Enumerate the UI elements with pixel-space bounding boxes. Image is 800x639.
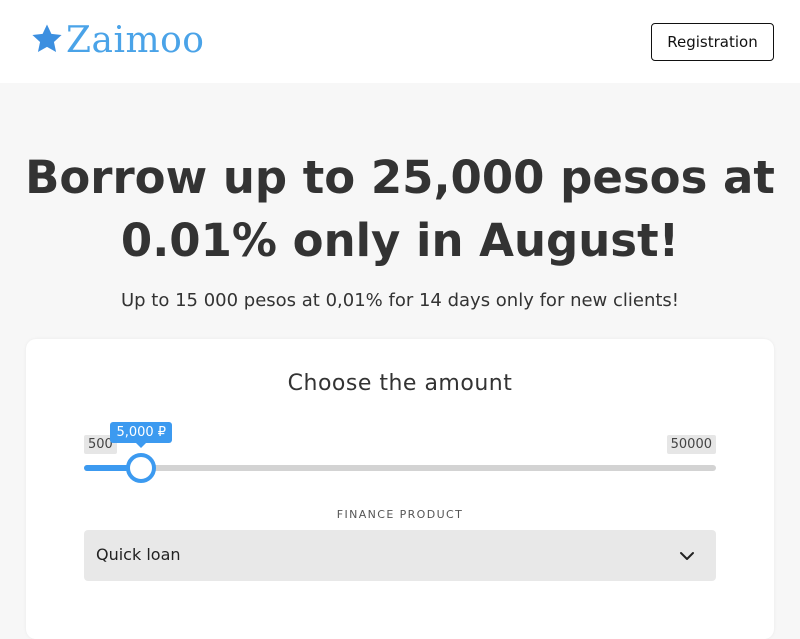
site-logo[interactable]: Zaimoo xyxy=(30,18,204,62)
registration-button[interactable]: Registration xyxy=(651,23,774,61)
finance-product-label: FINANCE PRODUCT xyxy=(336,508,464,521)
chevron-down-icon xyxy=(680,552,694,560)
logo-text: Zaimoo xyxy=(66,19,205,61)
site-header: Zaimoo Registration xyxy=(0,0,800,83)
finance-product-select[interactable]: Quick loan xyxy=(84,530,716,581)
loan-calculator-card: Choose the amount 500 50000 5,000 ₽ FINA… xyxy=(26,339,774,639)
slider-max-label: 50000 xyxy=(666,435,716,454)
star-icon xyxy=(32,24,62,53)
hero-title: Borrow up to 25,000 pesos at 0.01% only … xyxy=(25,151,775,267)
amount-value-tooltip: 5,000 ₽ xyxy=(110,422,173,448)
amount-slider-thumb[interactable] xyxy=(126,453,157,483)
hero-subtitle: Up to 15 000 pesos at 0,01% for 14 days … xyxy=(120,290,680,311)
calculator-title: Choose the amount xyxy=(287,371,513,396)
amount-slider-track[interactable] xyxy=(84,465,716,471)
finance-product-value: Quick loan xyxy=(96,545,181,564)
